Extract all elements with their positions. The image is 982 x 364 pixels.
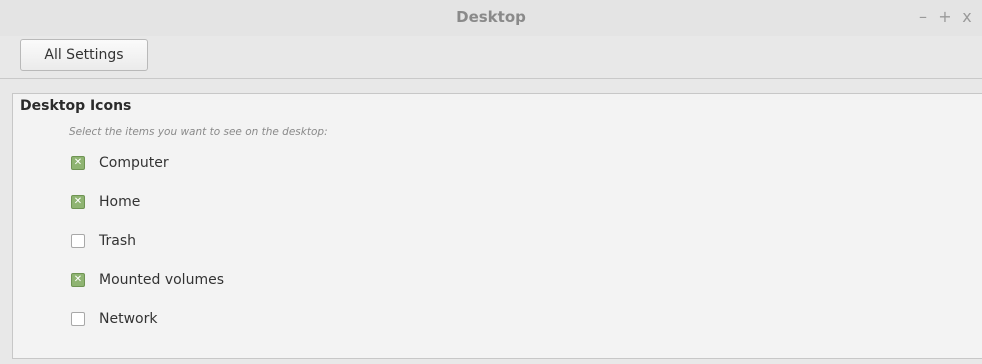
maximize-button[interactable]: + xyxy=(934,6,956,28)
toolbar: All Settings xyxy=(0,36,982,79)
all-settings-button[interactable]: All Settings xyxy=(20,39,148,71)
checkbox[interactable] xyxy=(71,234,85,248)
window-controls: – + x xyxy=(912,6,978,28)
window-title: Desktop xyxy=(456,8,526,26)
desktop-icons-panel: Desktop Icons Select the items you want … xyxy=(12,93,982,359)
title-bar[interactable]: Desktop – + x xyxy=(0,0,982,36)
checkbox-label: Mounted volumes xyxy=(99,272,224,288)
checkbox[interactable]: ✕ xyxy=(71,195,85,209)
minimize-button[interactable]: – xyxy=(912,6,934,28)
checkbox-row-home[interactable]: ✕ Home xyxy=(71,192,140,212)
section-title: Desktop Icons xyxy=(20,98,132,114)
checkbox-label: Trash xyxy=(99,233,136,249)
checkbox-label: Computer xyxy=(99,155,169,171)
checkbox[interactable]: ✕ xyxy=(71,273,85,287)
checkbox-row-network[interactable]: Network xyxy=(71,309,157,329)
checkbox-row-trash[interactable]: Trash xyxy=(71,231,136,251)
section-subtitle: Select the items you want to see on the … xyxy=(69,126,328,138)
checkbox-label: Home xyxy=(99,194,141,210)
settings-window: Desktop – + x All Settings Desktop Icons… xyxy=(0,0,982,364)
checkbox[interactable] xyxy=(71,312,85,326)
checkbox[interactable]: ✕ xyxy=(71,156,85,170)
checkbox-row-mounted-volumes[interactable]: ✕ Mounted volumes xyxy=(71,270,224,290)
checkbox-row-computer[interactable]: ✕ Computer xyxy=(71,153,169,173)
close-button[interactable]: x xyxy=(956,6,978,28)
checkbox-label: Network xyxy=(99,311,158,327)
